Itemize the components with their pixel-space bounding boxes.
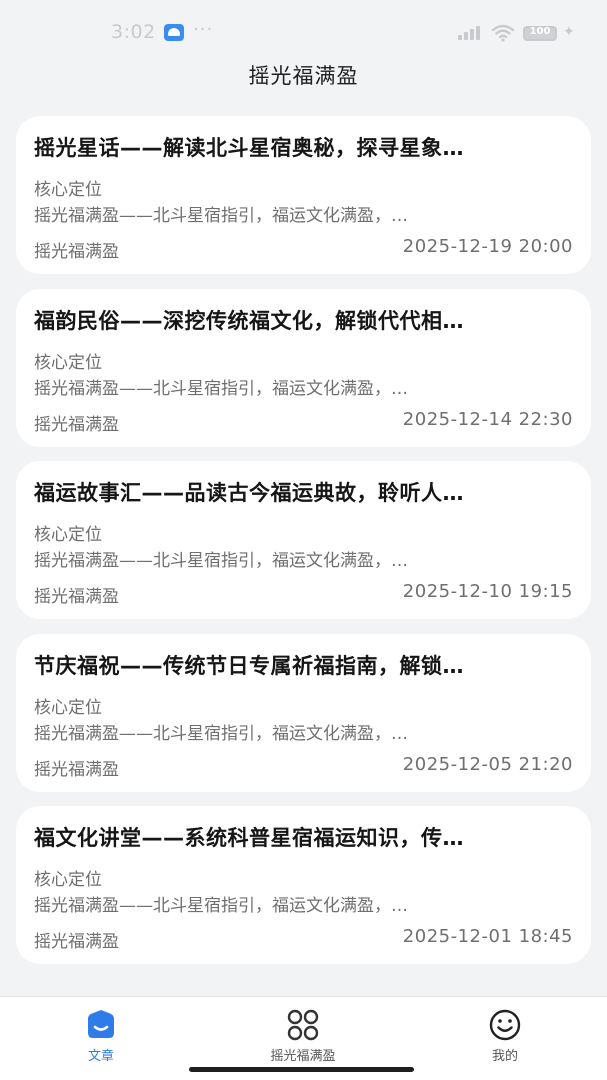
- tab-articles[interactable]: 文章: [0, 997, 202, 1080]
- status-bar: 3:02 ··· 100 ✦: [0, 0, 607, 62]
- article-card[interactable]: 福运故事汇——品读古今福运典故，聆听人… 核心定位 摇光福满盈——北斗星宿指引，…: [16, 461, 591, 619]
- article-subtitle: 核心定位: [34, 525, 102, 545]
- article-summary: 摇光福满盈——北斗星宿指引，福运文化满盈，…: [34, 724, 408, 744]
- article-title: 福运故事汇——品读古今福运典故，聆听人…: [34, 481, 464, 505]
- page-title: 摇光福满盈: [248, 64, 359, 88]
- battery-level: 100: [529, 26, 551, 37]
- article-source: 摇光福满盈: [34, 932, 119, 952]
- article-icon: [88, 1010, 114, 1038]
- article-title: 福韵民俗——深挖传统福文化，解锁代代相…: [34, 309, 464, 333]
- wifi-icon: [491, 24, 515, 42]
- article-source: 摇光福满盈: [34, 242, 119, 262]
- article-subtitle: 核心定位: [34, 698, 102, 718]
- article-time: 2025-12-10 19:15: [402, 581, 573, 602]
- article-summary: 摇光福满盈——北斗星宿指引，福运文化满盈，…: [34, 206, 408, 226]
- status-time: 3:02: [111, 21, 156, 43]
- article-card[interactable]: 福韵民俗——深挖传统福文化，解锁代代相… 核心定位 摇光福满盈——北斗星宿指引，…: [16, 289, 591, 447]
- smile-icon: [489, 1009, 521, 1041]
- article-card[interactable]: 节庆福祝——传统节日专属祈福指南，解锁… 核心定位 摇光福满盈——北斗星宿指引，…: [16, 634, 591, 792]
- article-summary: 摇光福满盈——北斗星宿指引，福运文化满盈，…: [34, 551, 408, 571]
- article-source: 摇光福满盈: [34, 760, 119, 780]
- article-title: 福文化讲堂——系统科普星宿福运知识，传…: [34, 826, 464, 850]
- grid-icon: [287, 1009, 319, 1041]
- home-indicator[interactable]: [189, 1067, 414, 1072]
- article-card[interactable]: 福文化讲堂——系统科普星宿福运知识，传… 核心定位 摇光福满盈——北斗星宿指引，…: [16, 806, 591, 964]
- article-subtitle: 核心定位: [34, 870, 102, 890]
- article-source: 摇光福满盈: [34, 587, 119, 607]
- charging-icon: ✦: [563, 24, 575, 40]
- article-subtitle: 核心定位: [34, 180, 102, 200]
- article-subtitle: 核心定位: [34, 353, 102, 373]
- signal-icon: [458, 26, 486, 40]
- article-title: 摇光星话——解读北斗星宿奥秘，探寻星象…: [34, 136, 464, 160]
- article-source: 摇光福满盈: [34, 415, 119, 435]
- tab-label: 文章: [87, 1049, 114, 1064]
- article-title: 节庆福祝——传统节日专属祈福指南，解锁…: [34, 654, 464, 678]
- notification-app-icon: [164, 24, 184, 41]
- tab-label: 我的: [491, 1049, 518, 1064]
- article-card[interactable]: 摇光星话——解读北斗星宿奥秘，探寻星象… 核心定位 摇光福满盈——北斗星宿指引，…: [16, 116, 591, 274]
- article-time: 2025-12-14 22:30: [402, 409, 573, 430]
- tab-mine[interactable]: 我的: [404, 997, 606, 1080]
- article-time: 2025-12-05 21:20: [402, 754, 573, 775]
- article-summary: 摇光福满盈——北斗星宿指引，福运文化满盈，…: [34, 896, 408, 916]
- battery-icon: 100: [523, 26, 557, 41]
- article-time: 2025-12-01 18:45: [402, 926, 573, 947]
- more-notifications-indicator: ···: [193, 19, 214, 40]
- tab-label: 摇光福满盈: [270, 1049, 336, 1064]
- article-time: 2025-12-19 20:00: [402, 236, 573, 257]
- article-summary: 摇光福满盈——北斗星宿指引，福运文化满盈，…: [34, 379, 408, 399]
